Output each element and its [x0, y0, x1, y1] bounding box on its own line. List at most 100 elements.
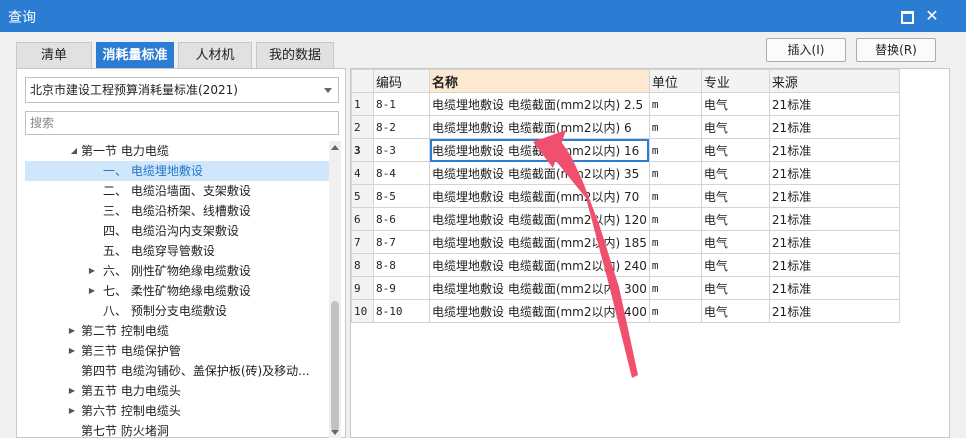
maximize-icon[interactable] — [896, 6, 916, 26]
cell-major[interactable]: 电气 — [700, 138, 770, 162]
cell-unit[interactable]: m — [648, 184, 702, 208]
tree-node[interactable]: 四、 电缆沿沟内支架敷设 — [25, 221, 329, 241]
cell-source[interactable]: 21标准 — [768, 276, 900, 300]
cell-code[interactable]: 8-3 — [373, 138, 430, 162]
tree-node[interactable]: 二、 电缆沿墙面、支架敷设 — [25, 181, 329, 201]
column-header-name[interactable]: 名称 — [429, 69, 650, 93]
cell-major[interactable]: 电气 — [700, 115, 770, 139]
column-header-source[interactable]: 来源 — [768, 69, 900, 93]
tree-node[interactable]: 第四节 电缆沟铺砂、盖保护板(砖)及移动... — [25, 361, 329, 381]
cell-unit[interactable]: m — [648, 92, 702, 116]
cell-name[interactable]: 电缆埋地敷设 电缆截面(mm2以内) 240 — [429, 253, 650, 277]
tab-consumption-standard[interactable]: 消耗量标准 — [96, 42, 174, 68]
tree-node[interactable]: ▶ 六、 刚性矿物绝缘电缆敷设 — [25, 261, 329, 281]
tab-my-data[interactable]: 我的数据 — [256, 42, 334, 68]
cell-source[interactable]: 21标准 — [768, 161, 900, 185]
cell-name[interactable]: 电缆埋地敷设 电缆截面(mm2以内) 35 — [429, 161, 650, 185]
cell-unit[interactable]: m — [648, 138, 702, 162]
cell-source[interactable]: 21标准 — [768, 253, 900, 277]
scroll-thumb[interactable] — [331, 301, 339, 431]
tree-node[interactable]: ▶ 第三节 电缆保护管 — [25, 341, 329, 361]
cell-unit[interactable]: m — [648, 276, 702, 300]
standard-select[interactable]: 北京市建设工程预算消耗量标准(2021) — [25, 77, 339, 103]
tree-node[interactable]: ▶ 七、 柔性矿物绝缘电缆敷设 — [25, 281, 329, 301]
tree-expand-icon[interactable]: ▶ — [87, 261, 97, 281]
cell-name[interactable]: 电缆埋地敷设 电缆截面(mm2以内) 185 — [429, 230, 650, 254]
column-header-unit[interactable]: 单位 — [648, 69, 702, 93]
cell-code[interactable]: 8-9 — [373, 276, 430, 300]
cell-source[interactable]: 21标准 — [768, 138, 900, 162]
table-row[interactable]: 2 8-2 电缆埋地敷设 电缆截面(mm2以内) 6 m 电气 21标准 — [351, 115, 900, 139]
table-row[interactable]: 9 8-9 电缆埋地敷设 电缆截面(mm2以内) 300 m 电气 21标准 — [351, 276, 900, 300]
table-row[interactable]: 1 8-1 电缆埋地敷设 电缆截面(mm2以内) 2.5 m 电气 21标准 — [351, 92, 900, 116]
tree-node[interactable]: ▶ 第二节 控制电缆 — [25, 321, 329, 341]
cell-unit[interactable]: m — [648, 299, 702, 323]
table-row[interactable]: 7 8-7 电缆埋地敷设 电缆截面(mm2以内) 185 m 电气 21标准 — [351, 230, 900, 254]
cell-major[interactable]: 电气 — [700, 184, 770, 208]
scroll-down-icon[interactable] — [331, 430, 339, 435]
tree-node[interactable]: ▶ 第六节 控制电缆头 — [25, 401, 329, 421]
cell-unit[interactable]: m — [648, 253, 702, 277]
cell-name[interactable]: 电缆埋地敷设 电缆截面(mm2以内) 300 — [429, 276, 650, 300]
tree-scrollbar[interactable] — [329, 141, 341, 438]
cell-code[interactable]: 8-4 — [373, 161, 430, 185]
tree-expand-icon[interactable]: ▶ — [67, 321, 77, 341]
table-row[interactable]: 5 8-5 电缆埋地敷设 电缆截面(mm2以内) 70 m 电气 21标准 — [351, 184, 900, 208]
cell-unit[interactable]: m — [648, 161, 702, 185]
tree-node[interactable]: 三、 电缆沿桥架、线槽敷设 — [25, 201, 329, 221]
scroll-up-icon[interactable] — [331, 145, 339, 150]
cell-code[interactable]: 8-6 — [373, 207, 430, 231]
cell-name[interactable]: 电缆埋地敷设 电缆截面(mm2以内) 120 — [429, 207, 650, 231]
tree-node[interactable]: ◢ 第一节 电力电缆 — [25, 141, 329, 161]
cell-name[interactable]: 电缆埋地敷设 电缆截面(mm2以内) 2.5 — [429, 92, 650, 116]
cell-name[interactable]: 电缆埋地敷设 电缆截面(mm2以内) 16 — [429, 138, 650, 162]
column-header-major[interactable]: 专业 — [700, 69, 770, 93]
cell-name[interactable]: 电缆埋地敷设 电缆截面(mm2以内) 400 — [429, 299, 650, 323]
insert-button[interactable]: 插入(I) — [766, 38, 846, 62]
cell-name[interactable]: 电缆埋地敷设 电缆截面(mm2以内) 6 — [429, 115, 650, 139]
cell-source[interactable]: 21标准 — [768, 230, 900, 254]
cell-code[interactable]: 8-5 — [373, 184, 430, 208]
close-icon[interactable]: ✕ — [922, 6, 942, 26]
cell-major[interactable]: 电气 — [700, 299, 770, 323]
search-input[interactable] — [25, 111, 339, 135]
tree-node[interactable]: 第七节 防火堵洞 — [25, 421, 329, 438]
replace-button[interactable]: 替换(R) — [856, 38, 936, 62]
cell-code[interactable]: 8-7 — [373, 230, 430, 254]
cell-code[interactable]: 8-1 — [373, 92, 430, 116]
cell-code[interactable]: 8-8 — [373, 253, 430, 277]
tree-node[interactable]: ▶ 第五节 电力电缆头 — [25, 381, 329, 401]
chevron-down-icon[interactable] — [324, 88, 332, 93]
tree-expand-icon[interactable]: ▶ — [67, 401, 77, 421]
tree-expand-icon[interactable]: ▶ — [67, 341, 77, 361]
cell-major[interactable]: 电气 — [700, 92, 770, 116]
cell-major[interactable]: 电气 — [700, 253, 770, 277]
cell-major[interactable]: 电气 — [700, 161, 770, 185]
tree-node[interactable]: 八、 预制分支电缆敷设 — [25, 301, 329, 321]
table-row[interactable]: 8 8-8 电缆埋地敷设 电缆截面(mm2以内) 240 m 电气 21标准 — [351, 253, 900, 277]
cell-source[interactable]: 21标准 — [768, 115, 900, 139]
cell-name[interactable]: 电缆埋地敷设 电缆截面(mm2以内) 70 — [429, 184, 650, 208]
table-row[interactable]: 6 8-6 电缆埋地敷设 电缆截面(mm2以内) 120 m 电气 21标准 — [351, 207, 900, 231]
cell-source[interactable]: 21标准 — [768, 299, 900, 323]
table-row[interactable]: 3 8-3 电缆埋地敷设 电缆截面(mm2以内) 16 m 电气 21标准 — [351, 138, 900, 162]
tree-collapse-icon[interactable]: ◢ — [69, 141, 79, 161]
tree-node[interactable]: 五、 电缆穿导管敷设 — [25, 241, 329, 261]
cell-unit[interactable]: m — [648, 115, 702, 139]
tree-node[interactable]: 一、 电缆埋地敷设 — [25, 161, 329, 181]
tab-bill[interactable]: 清单 — [16, 42, 92, 68]
cell-major[interactable]: 电气 — [700, 207, 770, 231]
tab-labor-material-machine[interactable]: 人材机 — [178, 42, 252, 68]
cell-source[interactable]: 21标准 — [768, 92, 900, 116]
table-row[interactable]: 4 8-4 电缆埋地敷设 电缆截面(mm2以内) 35 m 电气 21标准 — [351, 161, 900, 185]
cell-code[interactable]: 8-2 — [373, 115, 430, 139]
table-row[interactable]: 10 8-10 电缆埋地敷设 电缆截面(mm2以内) 400 m 电气 21标准 — [351, 299, 900, 323]
cell-major[interactable]: 电气 — [700, 230, 770, 254]
cell-major[interactable]: 电气 — [700, 276, 770, 300]
cell-code[interactable]: 8-10 — [373, 299, 430, 323]
cell-unit[interactable]: m — [648, 230, 702, 254]
cell-unit[interactable]: m — [648, 207, 702, 231]
tree-expand-icon[interactable]: ▶ — [87, 281, 97, 301]
cell-source[interactable]: 21标准 — [768, 184, 900, 208]
tree-expand-icon[interactable]: ▶ — [67, 381, 77, 401]
